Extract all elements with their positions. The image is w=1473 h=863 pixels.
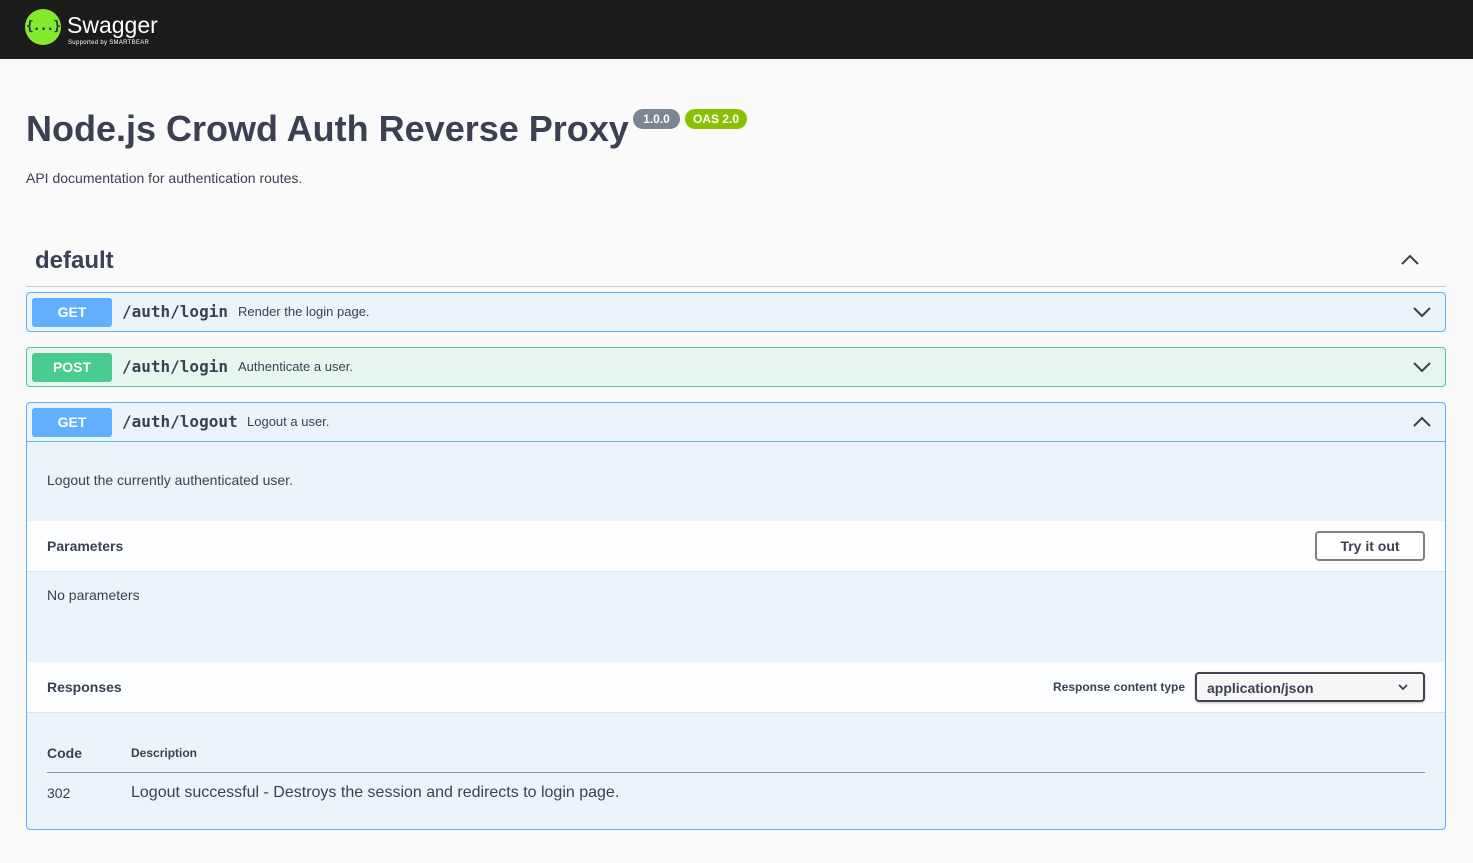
parameters-title: Parameters	[47, 538, 124, 554]
response-content-type-label: Response content type	[1053, 680, 1186, 694]
section-divider	[26, 286, 1446, 287]
responses-title: Responses	[47, 679, 122, 695]
topbar: {...} Swagger Supported by SMARTBEAR	[0, 0, 1473, 59]
version-badge: 1.0.0	[633, 109, 680, 129]
brand-subtitle: Supported by SMARTBEAR	[68, 40, 150, 46]
operation-header[interactable]: GET /auth/logout Logout a user.	[27, 403, 1445, 442]
operation-get-auth-logout: GET /auth/logout Logout a user. Logout t…	[26, 402, 1446, 830]
method-badge: POST	[32, 353, 112, 382]
method-badge: GET	[32, 408, 112, 437]
chevron-down-icon	[1398, 684, 1408, 691]
chevron-down-icon[interactable]	[1409, 355, 1435, 379]
api-description: API documentation for authentication rou…	[26, 170, 303, 186]
operation-summary: Logout a user.	[247, 414, 330, 429]
select-value: application/json	[1207, 680, 1314, 696]
logo-glyph: {...}	[25, 19, 61, 34]
chevron-down-icon[interactable]	[1409, 300, 1435, 324]
no-parameters-text: No parameters	[47, 587, 140, 603]
response-description: Logout successful - Destroys the session…	[131, 784, 620, 801]
operation-get-auth-login[interactable]: GET /auth/login Render the login page.	[26, 292, 1446, 332]
method-badge: GET	[32, 298, 112, 327]
operation-post-auth-login[interactable]: POST /auth/login Authenticate a user.	[26, 347, 1446, 387]
code-column-header: Code	[47, 745, 82, 761]
description-column-header: Description	[131, 746, 198, 760]
operation-path: /auth/login	[122, 357, 228, 376]
response-content-type-select[interactable]: application/json	[1195, 672, 1425, 702]
chevron-up-icon[interactable]	[1397, 248, 1423, 270]
oas-badge: OAS 2.0	[685, 109, 747, 129]
brand-name[interactable]: Swagger	[67, 11, 158, 39]
page-title: Node.js Crowd Auth Reverse Proxy	[26, 108, 629, 149]
operation-description: Logout the currently authenticated user.	[47, 472, 293, 488]
operation-path: /auth/logout	[122, 412, 238, 431]
operation-path: /auth/login	[122, 302, 228, 321]
chevron-up-icon[interactable]	[1409, 410, 1435, 434]
section-title[interactable]: default	[35, 246, 114, 276]
operation-summary: Authenticate a user.	[238, 359, 353, 374]
operation-summary: Render the login page.	[238, 304, 370, 319]
response-code: 302	[47, 785, 71, 801]
responses-table-divider	[47, 772, 1425, 773]
parameters-header: Parameters Try it out	[27, 521, 1445, 572]
responses-header: Responses Response content type applicat…	[27, 662, 1445, 713]
swagger-logo-icon[interactable]: {...}	[25, 9, 61, 45]
try-it-out-button[interactable]: Try it out	[1315, 531, 1425, 561]
